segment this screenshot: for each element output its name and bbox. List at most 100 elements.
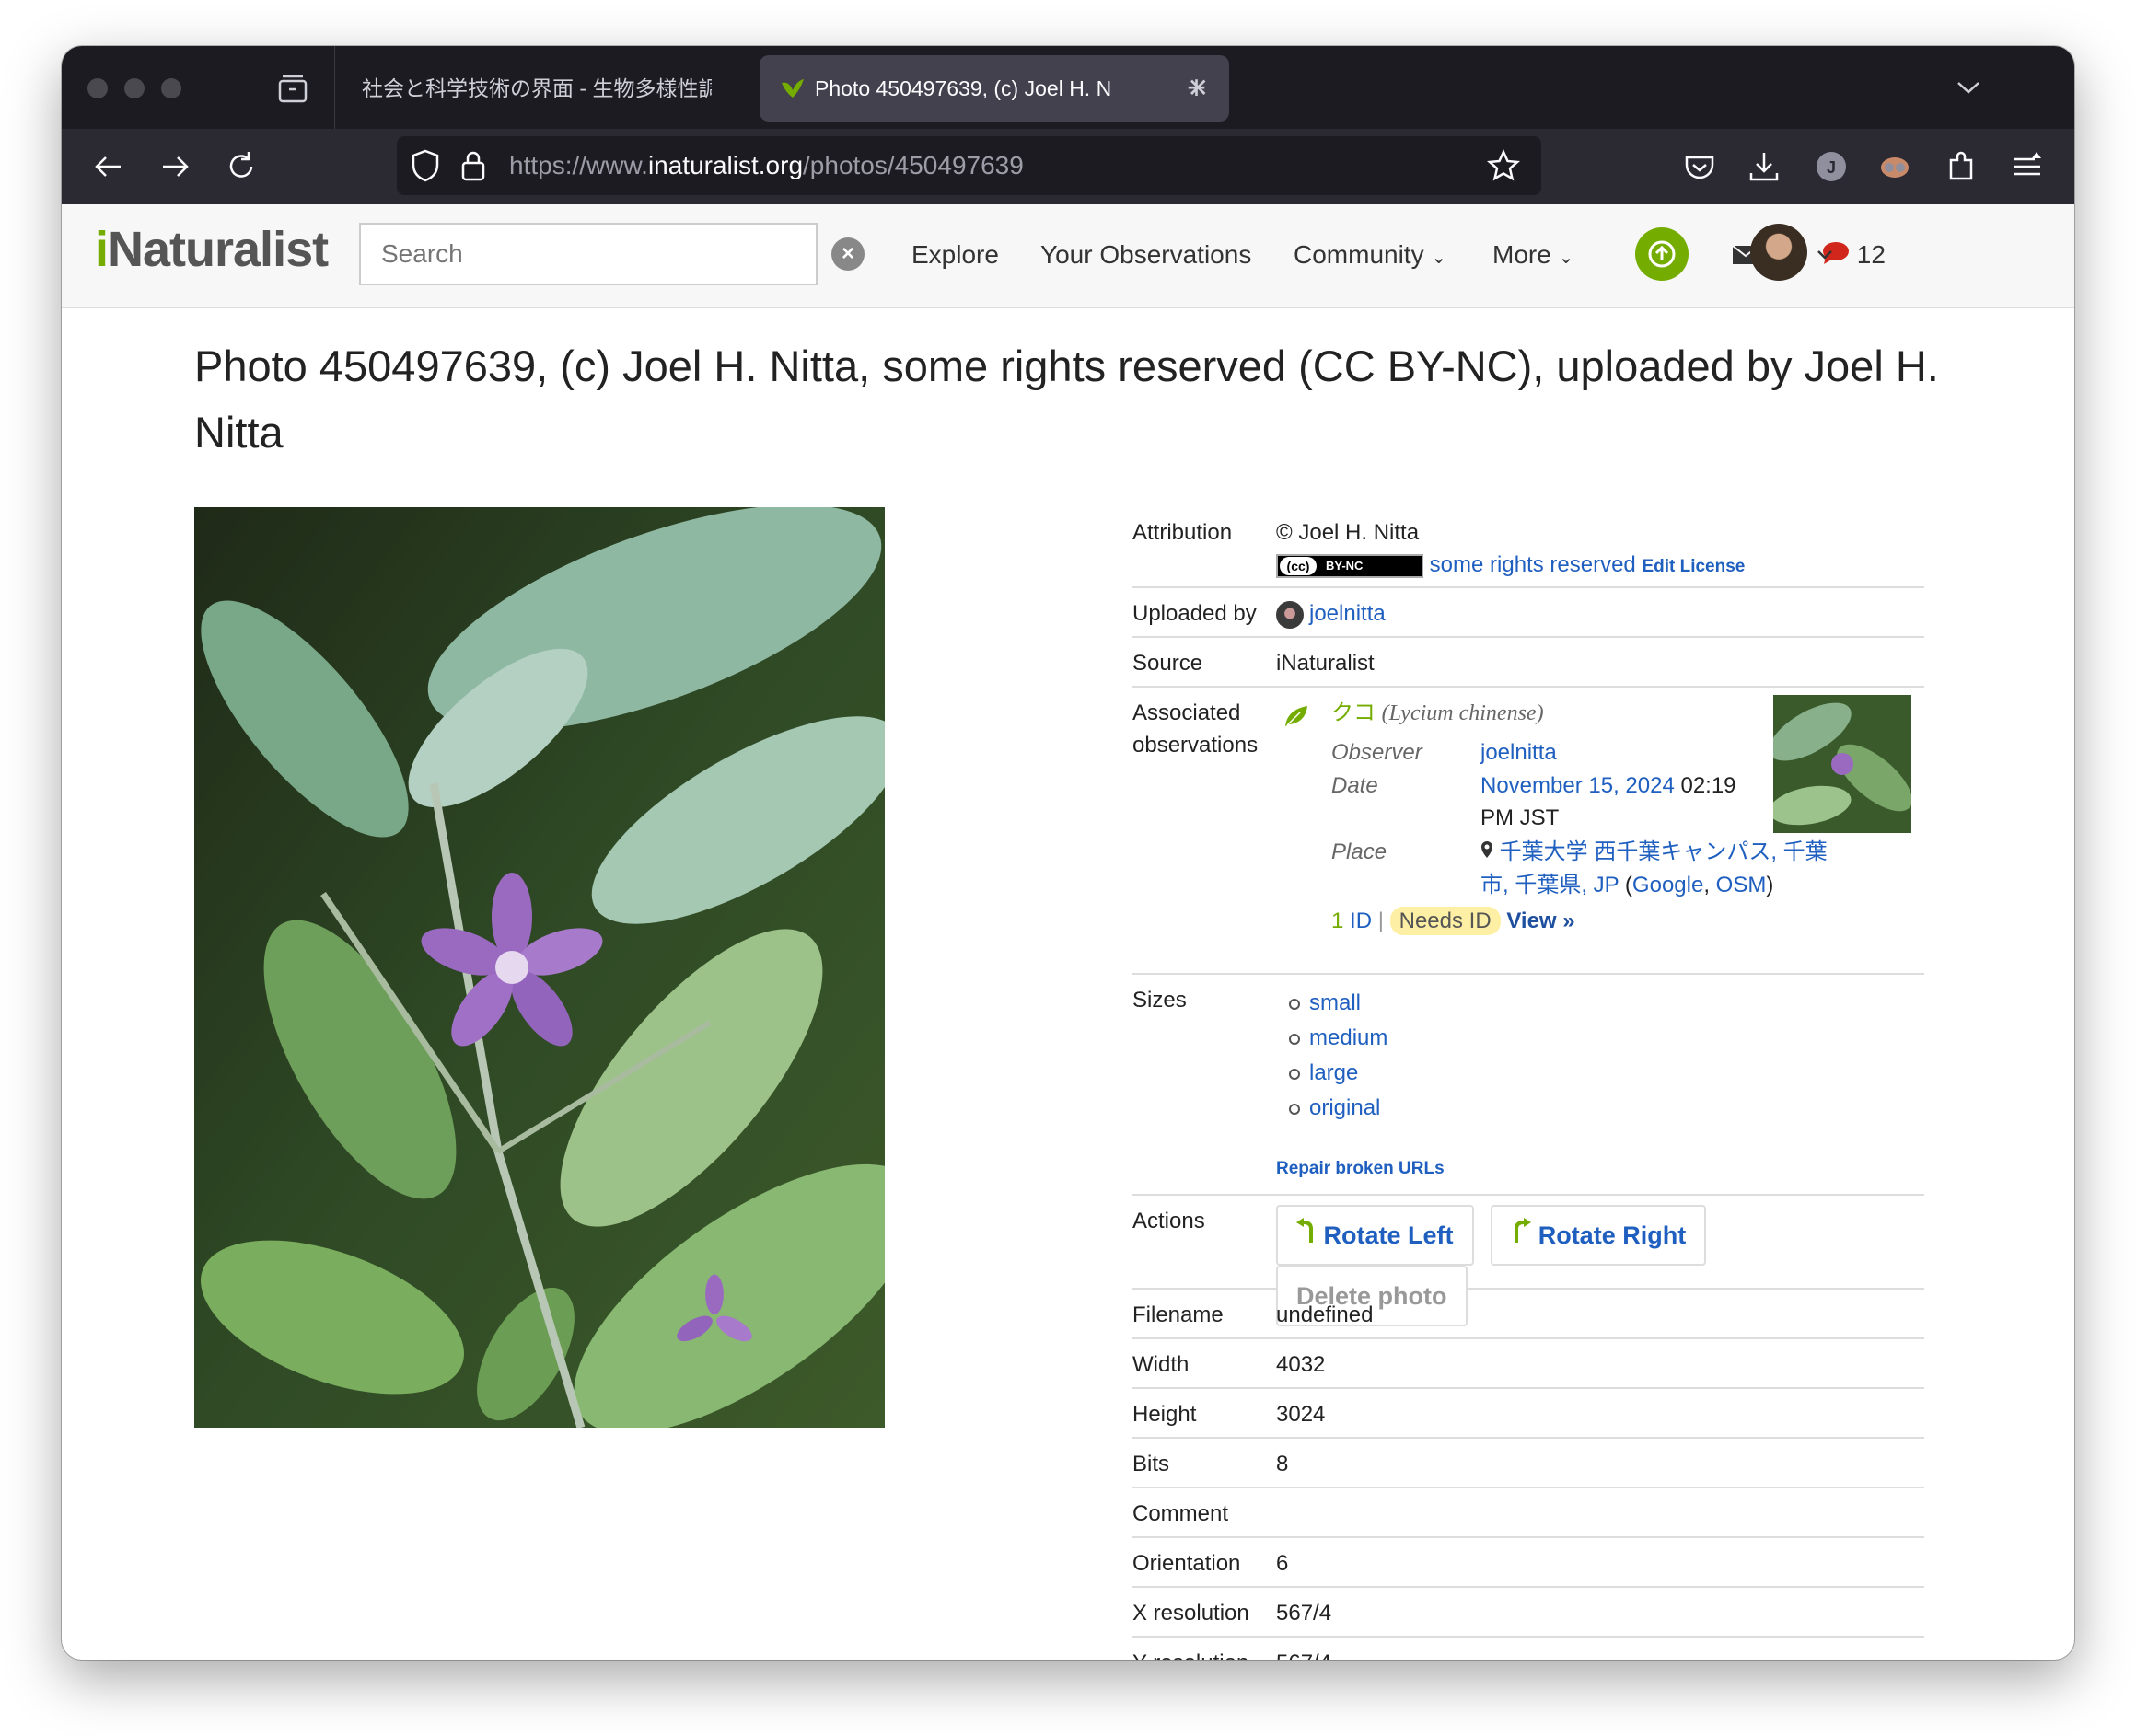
exif-value: 567/4 [1276,1638,1924,1660]
exif-value: 567/4 [1276,1601,1332,1626]
attribution-row: Attribution © Joel H. Nitta (cc) BY-NC so… [1132,507,1924,588]
search-box [359,223,818,285]
tab-list-icon[interactable] [277,74,308,103]
minimize-window-button[interactable] [124,78,145,98]
url-text: https://www.inaturalist.org/photos/45049… [509,136,1024,195]
rotate-left-button[interactable]: Rotate Left [1276,1205,1474,1266]
user-avatar[interactable] [1750,224,1807,281]
exif-key: Height [1132,1402,1197,1427]
associated-observations-row: Associated observations クコ (Lycium chine… [1132,688,1924,975]
nav-your-observations[interactable]: Your Observations [1040,204,1251,306]
upload-button[interactable] [1635,227,1689,281]
taxon-common-name: クコ [1331,700,1376,725]
extensions-puzzle-icon[interactable] [1944,149,1979,184]
url-prefix: https://www. [509,151,648,179]
exif-key: Comment [1132,1501,1229,1526]
clear-search-icon[interactable]: × [831,237,865,271]
plant-leaf-icon [1285,706,1307,726]
tab-inactive[interactable]: 社会と科学技術の界面 - 生物多様性調 ✕ [338,55,807,122]
downloads-icon[interactable] [1747,149,1782,184]
pocket-icon[interactable] [1682,149,1717,184]
view-observation-link[interactable]: View » [1506,909,1574,933]
source-value: iNaturalist [1276,651,1375,676]
exif-key: Filename [1132,1302,1224,1327]
nav-community[interactable]: Community ⌄ [1294,204,1446,308]
taxon-name[interactable]: クコ (Lycium chinense) [1331,697,1544,730]
new-tab-icon[interactable]: + [1187,46,1206,129]
lock-icon[interactable] [459,149,487,182]
size-original-link[interactable]: original [1309,1095,1380,1120]
bookmark-star-icon[interactable] [1487,149,1520,182]
place-label: Place [1331,839,1387,864]
observer-link[interactable]: joelnitta [1480,736,1557,769]
rotate-right-button[interactable]: Rotate Right [1491,1205,1707,1266]
uploader-avatar[interactable] [1276,600,1304,629]
maximize-window-button[interactable] [161,78,181,98]
uploader-link[interactable]: joelnitta [1309,601,1386,626]
edit-license-link[interactable]: Edit License [1642,557,1745,576]
exif-key: Y resolution [1132,1647,1271,1660]
exif-value: 6 [1276,1551,1289,1576]
id-count: 1 [1331,909,1344,933]
tab-active[interactable]: Photo 450497639, (c) Joel H. N ✕ [760,55,1229,122]
exif-row: Width 4032 [1132,1339,1924,1389]
upload-arrow-icon [1648,240,1676,268]
page-title: Photo 450497639, (c) Joel H. Nitta, some… [194,341,1939,457]
cc-license-badge[interactable]: (cc) BY-NC [1276,553,1423,578]
sizes-label: Sizes [1132,988,1187,1013]
exif-value [1276,1488,1924,1498]
map-marker-icon [1480,839,1500,864]
exif-value: 8 [1276,1452,1289,1476]
observation-date: November 15, 2024 02:19 PM JST [1480,770,1747,834]
chevron-down-icon[interactable] [1816,245,1834,263]
separator: | [1377,909,1384,933]
uploaded-by-label: Uploaded by [1132,601,1257,626]
actions-label: Actions [1132,1209,1205,1233]
attribution-value: © Joel H. Nitta [1276,520,1420,545]
source-label: Source [1132,651,1203,676]
sizes-row: Sizes small medium large original Repair… [1132,975,1924,1196]
osm-link[interactable]: OSM [1716,873,1767,897]
forward-icon[interactable] [157,149,192,184]
extension-mask-icon[interactable] [1877,149,1912,184]
id-link[interactable]: ID [1350,909,1372,933]
size-small-link[interactable]: small [1309,990,1361,1015]
address-bar[interactable]: https://www.inaturalist.org/photos/45049… [397,136,1541,195]
inaturalist-favicon-icon [782,79,804,98]
size-medium-link[interactable]: medium [1309,1025,1387,1050]
observation-thumbnail-image [1773,695,1911,833]
exif-key: X resolution [1132,1601,1249,1626]
exif-row: X resolution 567/4 [1132,1588,1924,1638]
inaturalist-logo[interactable]: iNaturalist [95,221,329,278]
uploaded-by-row: Uploaded by joelnitta [1132,588,1924,638]
shield-icon[interactable] [410,149,441,182]
exif-key: Orientation [1132,1551,1241,1576]
date-link[interactable]: November 15, 2024 [1480,773,1675,798]
close-window-button[interactable] [87,78,108,98]
rotate-right-icon [1511,1218,1532,1249]
nav-explore[interactable]: Explore [911,204,999,306]
associated-observations-label: Associated observations [1132,700,1259,758]
observation-thumbnail[interactable] [1773,695,1911,833]
account-icon[interactable]: J [1814,149,1849,184]
menu-hamburger-icon[interactable] [2010,149,2045,184]
nav-more-label: More [1492,240,1551,269]
browser-window: 社会と科学技術の界面 - 生物多様性調 ✕ Photo 450497639, (… [62,46,2074,1660]
size-large-link[interactable]: large [1309,1060,1358,1085]
plant-photo-image [194,507,885,1428]
google-maps-link[interactable]: Google [1632,873,1703,897]
tab-title: Photo 450497639, (c) Joel H. N [815,76,1112,100]
license-badge-text: BY-NC [1326,558,1364,573]
nav-more[interactable]: More ⌄ [1492,204,1573,308]
repair-broken-urls-link[interactable]: Repair broken URLs [1276,1159,1445,1178]
rights-link[interactable]: some rights reserved [1430,552,1636,577]
exif-row: Filename undefined [1132,1290,1924,1339]
back-icon[interactable] [91,149,126,184]
search-input[interactable] [361,225,807,284]
reload-icon[interactable] [224,149,259,184]
chevron-down-icon[interactable] [1955,74,1982,101]
place-value: 千葉大学 西千葉キャンパス, 千葉市, 千葉県, JP (Google, OSM… [1480,839,1828,897]
url-path: /photos/450497639 [803,151,1024,179]
svg-text:J: J [1827,158,1836,177]
main-photo[interactable] [194,507,885,1428]
